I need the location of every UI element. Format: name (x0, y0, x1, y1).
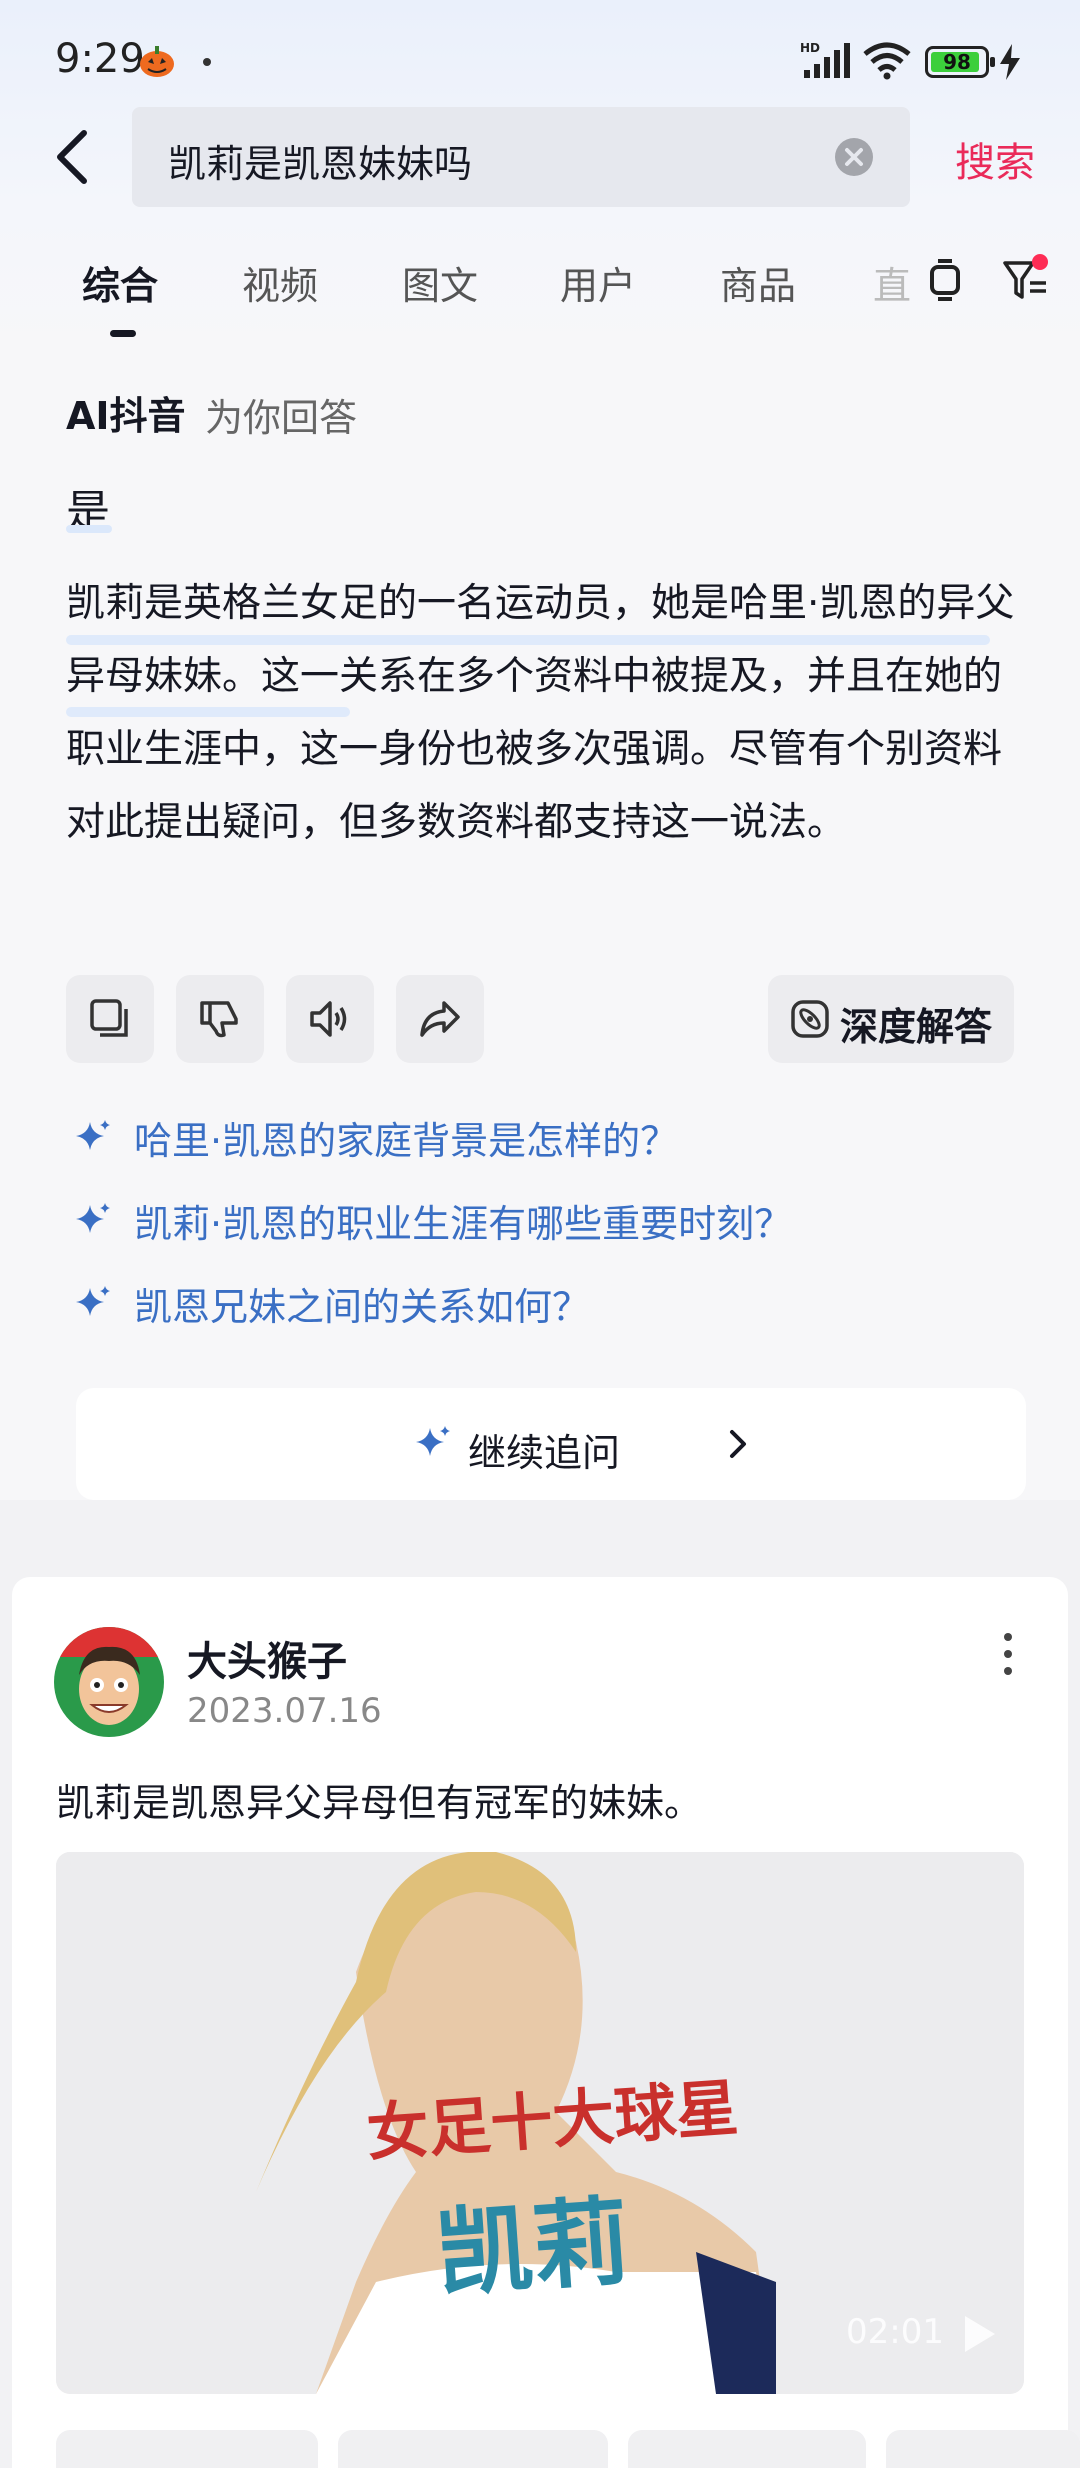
video-thumbnail[interactable]: 女足十大球星 凯莉 02:01 (56, 1852, 1024, 2394)
signal-icon: HD (800, 41, 850, 78)
charging-icon (1000, 44, 1020, 80)
follow-up-label: 继续追问 (468, 1431, 621, 1475)
search-bar: 凯莉是凯恩妹妹吗 搜索 (0, 105, 1080, 207)
read-aloud-button[interactable] (286, 975, 374, 1063)
suggestion-text: 凯莉·凯恩的职业生涯有哪些重要时刻？ (134, 1202, 793, 1246)
thumbs-down-icon (200, 1001, 238, 1038)
back-arrow-icon[interactable] (48, 127, 98, 187)
play-icon (965, 2316, 995, 2352)
filter-icon[interactable] (1002, 253, 1050, 305)
clear-icon[interactable] (834, 137, 874, 177)
battery-percent: 98 (943, 50, 971, 74)
author-name[interactable]: 大头猴子 (187, 1629, 347, 1687)
highlight-mark (66, 525, 112, 533)
tab-users[interactable]: 用户 (560, 255, 636, 310)
tab-products[interactable]: 商品 (720, 255, 796, 310)
sparkle-icon (76, 1120, 110, 1150)
tab-comprehensive[interactable]: 综合 (82, 255, 158, 310)
share-button[interactable] (396, 975, 484, 1063)
post-caption[interactable]: 凯莉是凯恩异父异母但有冠军的妹妹。 (56, 1772, 702, 1827)
status-time: 9:29 (55, 36, 145, 82)
deep-answer-button[interactable]: 深度解答 (768, 975, 1014, 1063)
tab-active-indicator (110, 330, 136, 337)
related-chip[interactable] (338, 2430, 608, 2468)
more-options-icon[interactable] (1000, 1631, 1016, 1677)
speaker-icon (310, 1001, 347, 1037)
battery-icon: 98 (925, 46, 995, 78)
tab-live-truncated[interactable]: 直 (873, 245, 933, 305)
related-chip[interactable] (56, 2430, 318, 2468)
share-icon (420, 1001, 460, 1037)
sparkle-icon (416, 1426, 450, 1456)
ai-subtitle: 为你回答 (205, 396, 358, 440)
search-input[interactable]: 凯莉是凯恩妹妹吗 (132, 107, 910, 207)
wifi-icon (863, 42, 911, 80)
thumbnail-title-main: 凯莉 (432, 2185, 633, 2311)
svg-text:HD: HD (800, 41, 820, 55)
atom-icon (791, 1000, 829, 1038)
suggestion-text: 凯恩兄妹之间的关系如何？ (134, 1285, 591, 1329)
ai-answer-card: AI抖音 为你回答 是 凯莉是英格兰女足的一名运动员，她是哈里·凯恩的异父异母妹… (0, 345, 1080, 1500)
tab-image-text[interactable]: 图文 (402, 255, 478, 310)
sparkle-icon (76, 1203, 110, 1233)
follow-up-content: 继续追问 (416, 1422, 746, 1475)
pumpkin-icon (140, 46, 174, 77)
status-bar: 9:29 HD 98 (0, 0, 1080, 120)
video-duration: 02:01 (846, 2312, 944, 2352)
copy-button[interactable] (66, 975, 154, 1063)
follow-up-button[interactable]: 继续追问 (76, 1388, 1026, 1500)
tab-video[interactable]: 视频 (242, 255, 318, 310)
sparkle-icon (76, 1286, 110, 1316)
search-button[interactable]: 搜索 (955, 130, 1035, 188)
related-chip[interactable] (628, 2430, 866, 2468)
suggestion-text: 哈里·凯恩的家庭背景是怎样的？ (134, 1119, 679, 1163)
copy-icon (90, 999, 128, 1037)
post-card[interactable]: 大头猴子 2023.07.16 凯莉是凯恩异父异母但有冠军的妹妹。 女足十大球星… (12, 1577, 1068, 2468)
ai-answer-body: 凯莉是英格兰女足的一名运动员，她是哈里·凯恩的异父异母妹妹。这一关系在多个资料中… (66, 581, 1015, 845)
avatar[interactable] (54, 1627, 164, 1737)
avatar-image (54, 1627, 164, 1737)
chevron-right-icon (730, 1430, 746, 1458)
post-date: 2023.07.16 (187, 1691, 382, 1731)
dislike-button[interactable] (176, 975, 264, 1063)
search-query: 凯莉是凯恩妹妹吗 (168, 142, 473, 186)
watch-icon[interactable] (925, 255, 965, 305)
related-chip[interactable] (886, 2430, 1080, 2468)
deep-answer-label: 深度解答 (840, 1005, 993, 1049)
ai-brand: AI抖音 (66, 394, 186, 438)
related-chips (0, 2430, 1080, 2468)
category-tabs: 综合 视频 图文 用户 商品 直 (0, 245, 1080, 345)
notification-dot (203, 58, 211, 66)
